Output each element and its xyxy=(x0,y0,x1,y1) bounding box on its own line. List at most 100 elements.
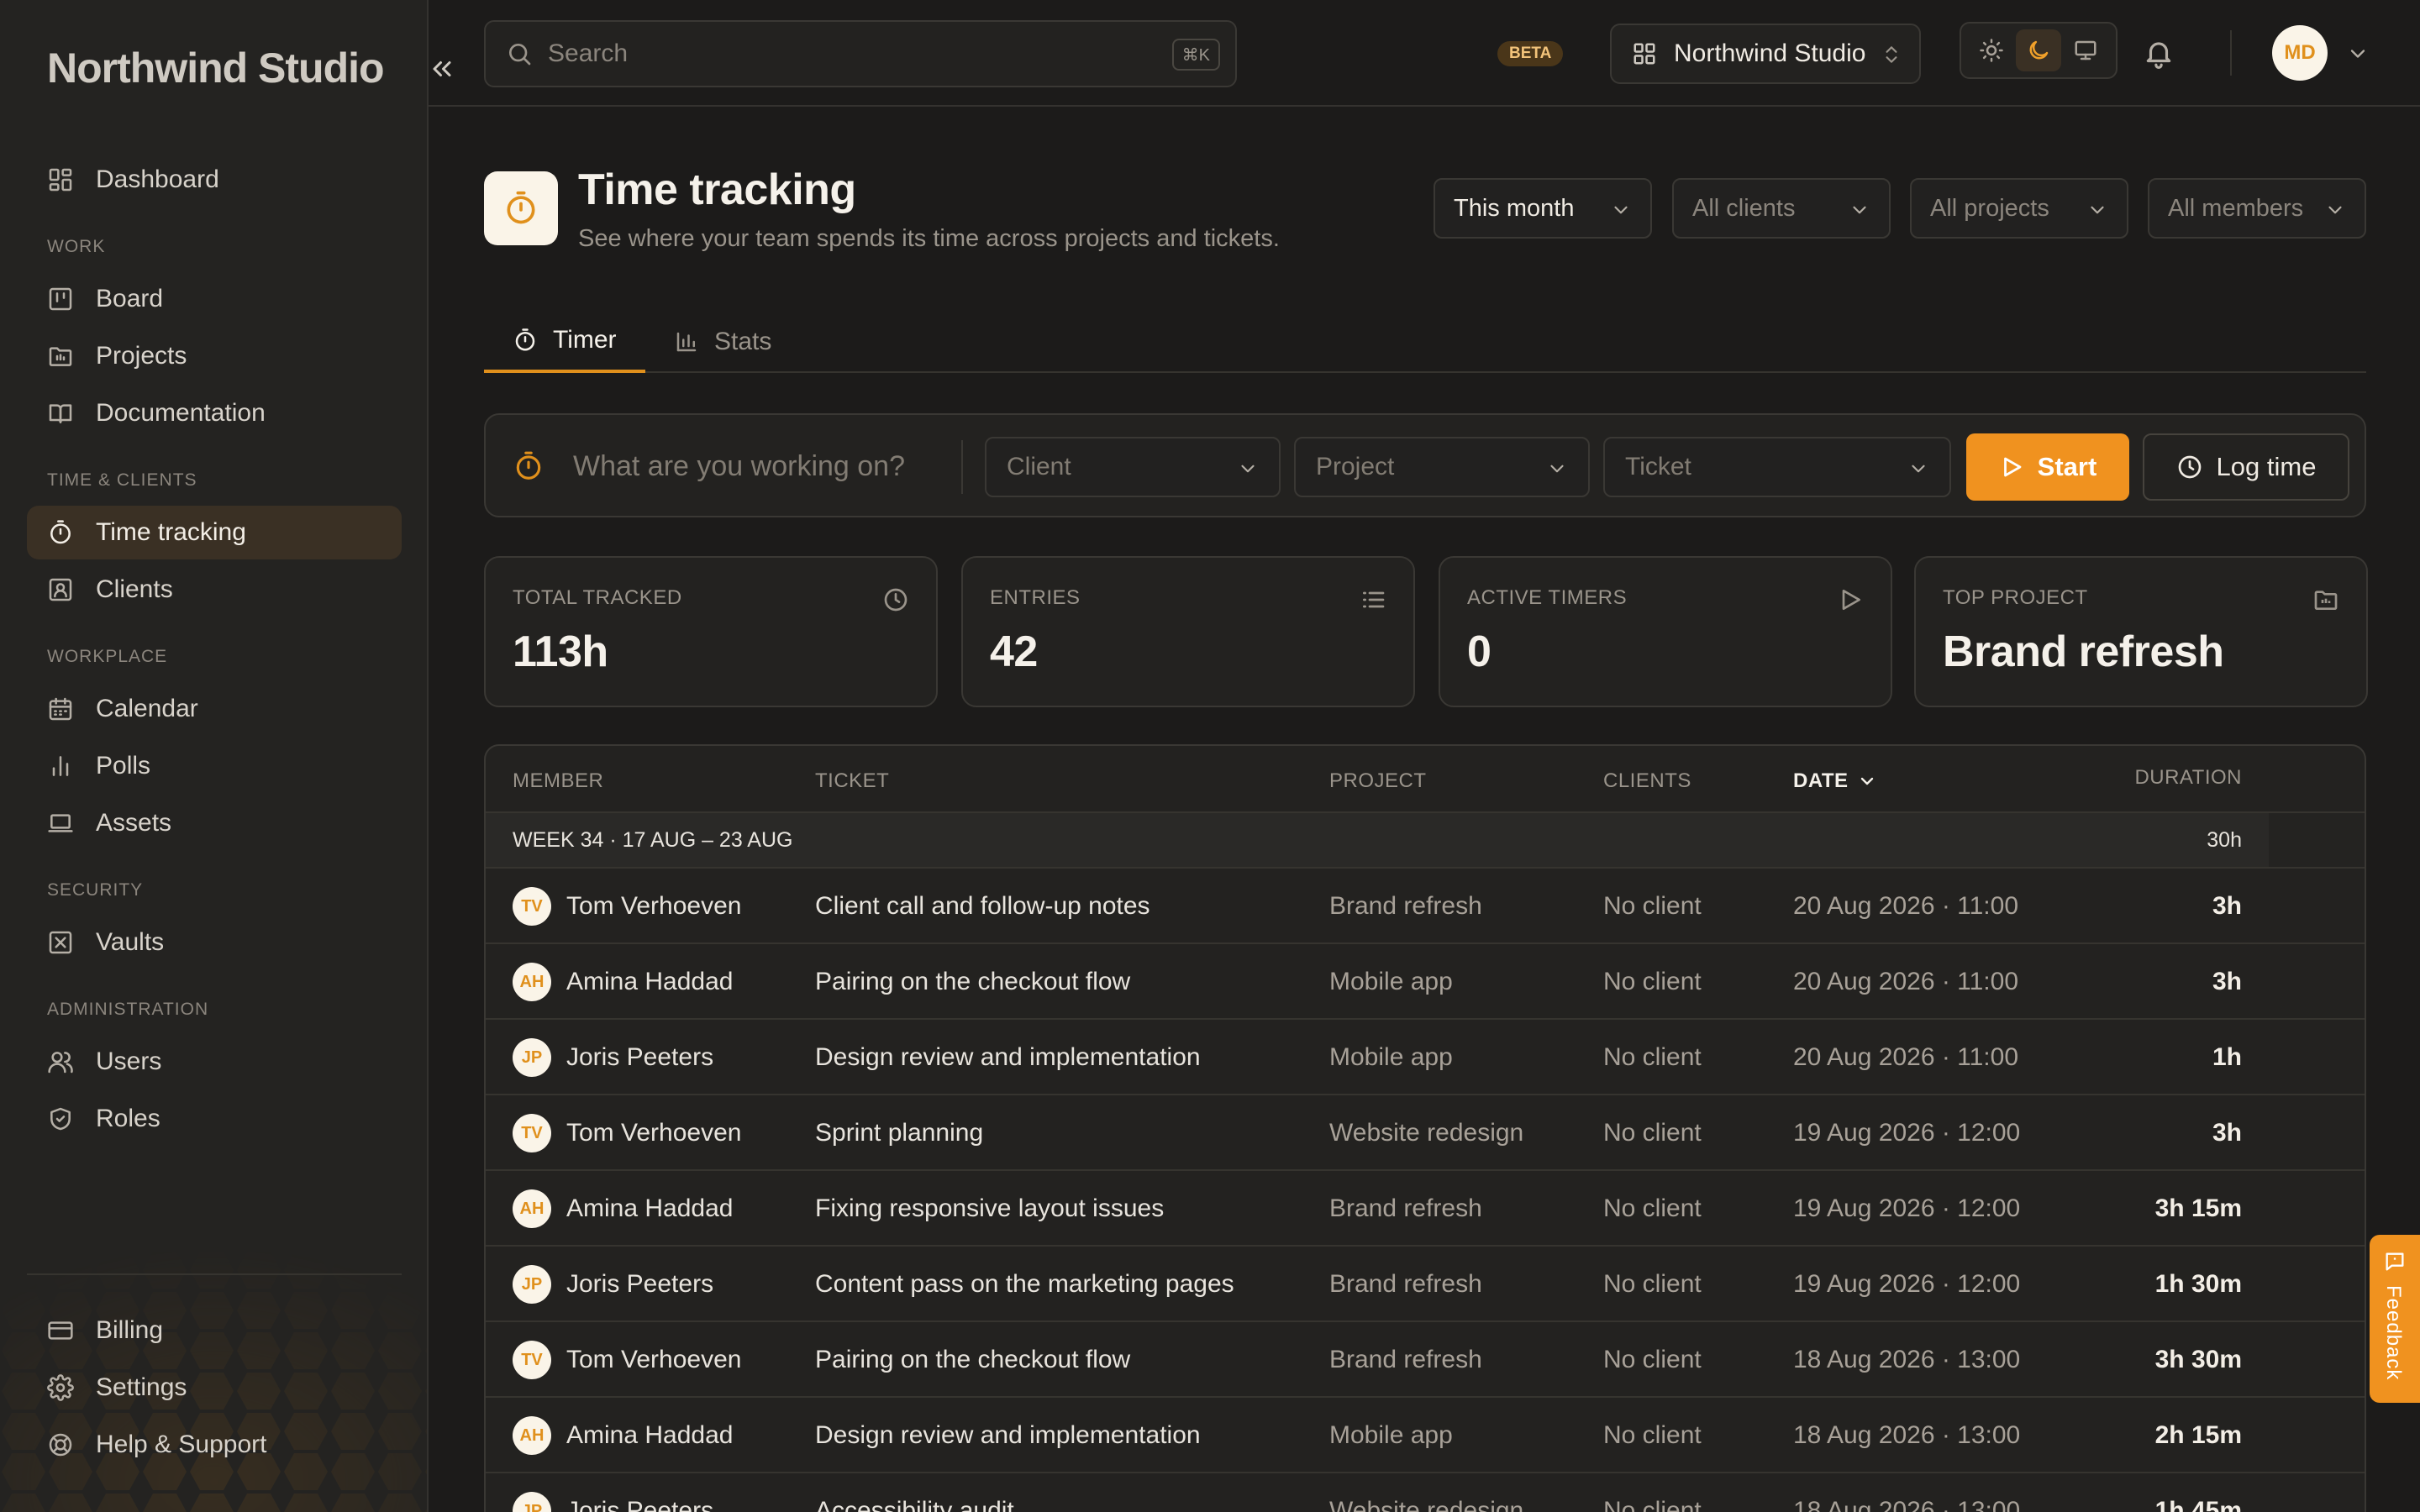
chevron-down-icon xyxy=(1860,777,1873,785)
dashboard-icon xyxy=(49,168,72,192)
tab-timer[interactable]: Timer xyxy=(484,311,645,373)
log-time-button[interactable]: Log time xyxy=(2143,433,2349,501)
tab-stats[interactable]: Stats xyxy=(645,311,800,373)
user-avatar[interactable]: MD xyxy=(2272,25,2328,81)
ticket-select-label: Ticket xyxy=(1625,453,1691,480)
start-timer-button[interactable]: Start xyxy=(1966,433,2129,501)
client-name: No client xyxy=(1603,1270,1702,1298)
clients-filter-label: All clients xyxy=(1692,194,1796,222)
column-ticket[interactable]: TICKET xyxy=(815,769,889,793)
ticket-name[interactable]: Pairing on the checkout flow xyxy=(815,968,1130,996)
entry-date: 19 Aug 2026 · 12:00 xyxy=(1793,1270,2021,1298)
ticket-name[interactable]: Client call and follow-up notes xyxy=(815,892,1150,921)
start-timer-label: Start xyxy=(2037,452,2097,481)
week-group-shade xyxy=(2269,813,2365,867)
search-shortcut: ⌘K xyxy=(1171,39,1220,71)
sidebar-item-dashboard[interactable]: Dashboard xyxy=(27,153,402,207)
ticket-name[interactable]: Pairing on the checkout flow xyxy=(815,1346,1130,1374)
sidebar-item-clients[interactable]: Clients xyxy=(27,563,402,617)
sidebar-item-roles[interactable]: Roles xyxy=(27,1092,402,1146)
search-input[interactable] xyxy=(548,39,1136,68)
sun-icon xyxy=(1980,39,2003,62)
stat-card-entries: ENTRIES 42 xyxy=(961,556,1415,707)
sidebar-item-label: Board xyxy=(96,285,164,312)
column-date[interactable]: DATE xyxy=(1793,769,1877,793)
table-row[interactable]: JP Joris Peeters Accessibility audit Websit… xyxy=(486,1473,2365,1512)
sidebar: Northwind Studio Dashboard WORK Board Proje… xyxy=(0,0,429,1512)
vault-icon xyxy=(49,931,72,954)
column-clients[interactable]: CLIENTS xyxy=(1603,769,1691,793)
chevron-down-icon[interactable] xyxy=(2346,42,2370,66)
play-icon xyxy=(2003,457,2022,477)
ticket-name[interactable]: Design review and implementation xyxy=(815,1043,1201,1072)
ticket-select[interactable]: Ticket xyxy=(1603,437,1951,497)
gear-icon xyxy=(47,1374,74,1401)
sidebar-item-documentation[interactable]: Documentation xyxy=(27,386,402,440)
stat-label: ENTRIES xyxy=(990,586,1081,609)
table-row[interactable]: TV Tom Verhoeven Pairing on the checkout f… xyxy=(486,1322,2365,1398)
table-row[interactable]: AH Amina Haddad Design review and implemen… xyxy=(486,1398,2365,1473)
sidebar-item-label: Roles xyxy=(96,1105,160,1132)
ticket-name[interactable]: Design review and implementation xyxy=(815,1421,1201,1450)
workspace-switcher[interactable]: Northwind Studio xyxy=(1610,24,1921,84)
entry-duration: 1h xyxy=(2212,1043,2242,1071)
stat-value: Brand refresh xyxy=(1943,627,2224,676)
projects-filter[interactable]: All projects xyxy=(1910,178,2128,239)
ticket-name[interactable]: Fixing responsive layout issues xyxy=(815,1194,1164,1223)
tab-timer-label: Timer xyxy=(553,326,617,354)
member-name: Tom Verhoeven xyxy=(566,1346,742,1373)
folder-icon xyxy=(49,347,72,366)
entry-date: 18 Aug 2026 · 13:00 xyxy=(1793,1346,2021,1373)
clients-filter[interactable]: All clients xyxy=(1672,178,1891,239)
project-name: Mobile app xyxy=(1329,1421,1453,1449)
page-subtitle: See where your team spends its time acro… xyxy=(578,225,1280,252)
project-name: Mobile app xyxy=(1329,968,1453,995)
sidebar-item-calendar[interactable]: Calendar xyxy=(27,682,402,736)
sidebar-item-settings[interactable]: Settings xyxy=(27,1361,402,1415)
page-stopwatch-icon xyxy=(484,171,558,245)
ticket-name[interactable]: Sprint planning xyxy=(815,1119,983,1147)
notifications-bell-icon[interactable] xyxy=(2143,37,2175,69)
board-icon xyxy=(49,287,72,311)
project-select[interactable]: Project xyxy=(1294,437,1590,497)
sidebar-item-board[interactable]: Board xyxy=(27,272,402,326)
entry-duration: 1h 45m xyxy=(2154,1497,2242,1512)
ticket-name[interactable]: Accessibility audit xyxy=(815,1497,1014,1512)
client-name: No client xyxy=(1603,1421,1702,1449)
folder-icon xyxy=(2314,591,2338,610)
sidebar-item-projects[interactable]: Projects xyxy=(27,329,402,383)
dark-theme-button[interactable] xyxy=(2016,29,2061,71)
projects-filter-label: All projects xyxy=(1930,194,2049,222)
feedback-tab[interactable]: Feedback xyxy=(2370,1235,2420,1403)
sidebar-item-polls[interactable]: Polls xyxy=(27,739,402,793)
column-member[interactable]: MEMBER xyxy=(513,769,603,793)
week-group-row[interactable]: WEEK 34 · 17 AUG – 23 AUG 30h xyxy=(486,813,2365,869)
brand-logo[interactable]: Northwind Studio xyxy=(47,44,385,92)
search-box[interactable]: ⌘K xyxy=(484,20,1237,87)
client-select[interactable]: Client xyxy=(985,437,1281,497)
column-project[interactable]: PROJECT xyxy=(1329,769,1427,793)
table-row[interactable]: TV Tom Verhoeven Sprint planning Website re… xyxy=(486,1095,2365,1171)
sidebar-item-time-tracking[interactable]: Time tracking xyxy=(27,506,402,559)
system-theme-button[interactable] xyxy=(2063,29,2108,71)
sidebar-item-label: Calendar xyxy=(96,695,198,722)
members-filter[interactable]: All members xyxy=(2148,178,2366,239)
sidebar-item-label: Clients xyxy=(96,575,173,603)
member-avatar: JP xyxy=(513,1038,551,1077)
table-row[interactable]: JP Joris Peeters Content pass on the marke… xyxy=(486,1247,2365,1322)
sidebar-item-assets[interactable]: Assets xyxy=(27,796,402,850)
table-row[interactable]: AH Amina Haddad Fixing responsive layout i… xyxy=(486,1171,2365,1247)
period-filter[interactable]: This month xyxy=(1434,178,1652,239)
table-row[interactable]: JP Joris Peeters Design review and impleme… xyxy=(486,1020,2365,1095)
table-row[interactable]: TV Tom Verhoeven Client call and follow-up… xyxy=(486,869,2365,944)
column-duration[interactable]: DURATION xyxy=(2134,766,2242,790)
timer-description-input[interactable] xyxy=(573,442,943,491)
table-row[interactable]: AH Amina Haddad Pairing on the checkout fl… xyxy=(486,944,2365,1020)
sidebar-item-billing[interactable]: Billing xyxy=(27,1304,402,1357)
light-theme-button[interactable] xyxy=(1969,29,2014,71)
sidebar-item-users[interactable]: Users xyxy=(27,1035,402,1089)
sidebar-item-help-support[interactable]: Help & Support xyxy=(27,1418,402,1472)
ticket-name[interactable]: Content pass on the marketing pages xyxy=(815,1270,1234,1299)
sidebar-item-vaults[interactable]: Vaults xyxy=(27,916,402,969)
member-avatar: AH xyxy=(513,1189,551,1228)
